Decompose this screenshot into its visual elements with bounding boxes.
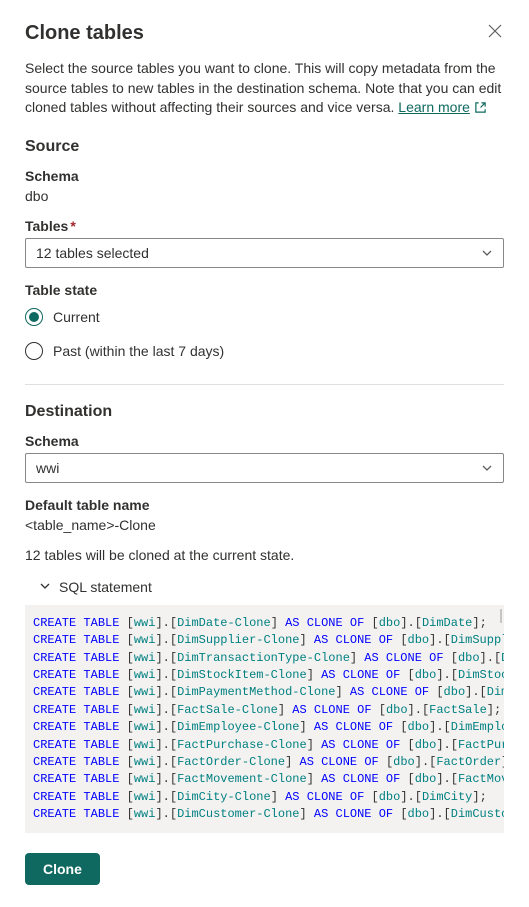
- source-schema-value: dbo: [25, 188, 504, 204]
- radio-icon-checked: [25, 308, 43, 326]
- sql-line: CREATE TABLE [wwi].[DimStockItem-Clone] …: [33, 667, 496, 684]
- sql-statement-toggle[interactable]: SQL statement: [25, 577, 504, 605]
- sql-statement-label: SQL statement: [59, 579, 152, 595]
- chevron-down-icon: [481, 462, 493, 474]
- radio-past[interactable]: Past (within the last 7 days): [25, 336, 504, 370]
- sql-line: CREATE TABLE [wwi].[DimSupplier-Clone] A…: [33, 632, 496, 649]
- dest-schema-dropdown[interactable]: wwi: [25, 453, 504, 483]
- dialog-title: Clone tables: [25, 22, 144, 45]
- sql-line: CREATE TABLE [wwi].[FactSale-Clone] AS C…: [33, 702, 496, 719]
- sql-line: CREATE TABLE [wwi].[DimPaymentMethod-Clo…: [33, 684, 496, 701]
- section-divider: [25, 384, 504, 385]
- tables-dropdown-value: 12 tables selected: [36, 245, 149, 261]
- clone-status: 12 tables will be cloned at the current …: [25, 547, 504, 563]
- intro-text: Select the source tables you want to clo…: [25, 59, 504, 120]
- sql-line: CREATE TABLE [wwi].[DimCity-Clone] AS CL…: [33, 789, 496, 806]
- sql-line: CREATE TABLE [wwi].[FactMovement-Clone] …: [33, 771, 496, 788]
- sql-line: CREATE TABLE [wwi].[DimDate-Clone] AS CL…: [33, 615, 496, 632]
- radio-current-label: Current: [53, 309, 100, 325]
- close-button[interactable]: [486, 22, 504, 44]
- sql-line: CREATE TABLE [wwi].[FactOrder-Clone] AS …: [33, 754, 496, 771]
- dest-schema-value: wwi: [36, 460, 59, 476]
- source-schema-label: Schema: [25, 168, 504, 184]
- radio-past-label: Past (within the last 7 days): [53, 343, 224, 359]
- chevron-down-icon: [39, 579, 51, 595]
- source-heading: Source: [25, 138, 504, 156]
- sql-line: CREATE TABLE [wwi].[DimCustomer-Clone] A…: [33, 806, 496, 823]
- chevron-down-icon: [481, 247, 493, 259]
- clone-button[interactable]: Clone: [25, 853, 100, 885]
- scrollbar-icon[interactable]: [500, 609, 502, 623]
- sql-statement-box: CREATE TABLE [wwi].[DimDate-Clone] AS CL…: [25, 605, 504, 834]
- default-name-label: Default table name: [25, 497, 504, 513]
- tables-dropdown[interactable]: 12 tables selected: [25, 238, 504, 268]
- destination-heading: Destination: [25, 403, 504, 421]
- learn-more-link[interactable]: Learn more: [398, 99, 487, 115]
- sql-line: CREATE TABLE [wwi].[DimTransactionType-C…: [33, 650, 496, 667]
- radio-icon-unchecked: [25, 342, 43, 360]
- default-name-value: <table_name>-Clone: [25, 517, 504, 533]
- table-state-label: Table state: [25, 282, 504, 298]
- tables-label: Tables*: [25, 218, 504, 234]
- close-icon: [488, 24, 502, 38]
- sql-line: CREATE TABLE [wwi].[FactPurchase-Clone] …: [33, 737, 496, 754]
- external-link-icon: [474, 100, 487, 120]
- dest-schema-label: Schema: [25, 433, 504, 449]
- radio-current[interactable]: Current: [25, 302, 504, 336]
- required-asterisk: *: [70, 218, 75, 234]
- sql-line: CREATE TABLE [wwi].[DimEmployee-Clone] A…: [33, 719, 496, 736]
